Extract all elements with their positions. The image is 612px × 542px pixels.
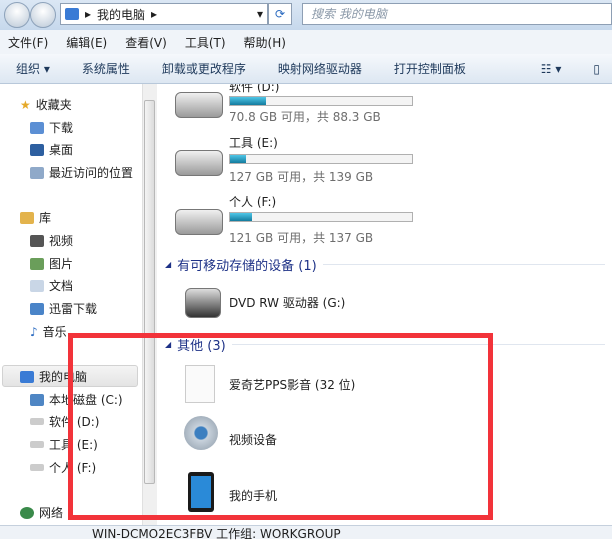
- collapse-icon[interactable]: ◢: [165, 260, 171, 269]
- toolbar: 组织 ▾ 系统属性 卸载或更改程序 映射网络驱动器 打开控制面板 ☷ ▾ ▯: [0, 54, 612, 84]
- label: 文档: [49, 279, 74, 293]
- drive-label[interactable]: 工具 (E:): [229, 134, 278, 151]
- video-icon: [30, 234, 44, 247]
- dvd-drive-label[interactable]: DVD RW 驱动器 (G:): [229, 294, 345, 311]
- status-bar: WIN-DCMO2EC3FBV 工作组: WORKGROUP: [0, 525, 612, 541]
- sidebar-item-recent[interactable]: 最近访问的位置: [30, 164, 133, 181]
- menu-help[interactable]: 帮助(H): [244, 34, 286, 51]
- uninstall-button[interactable]: 卸载或更改程序: [162, 60, 246, 77]
- recent-places-icon: [30, 166, 44, 179]
- drive-free-space: 121 GB 可用，共 137 GB: [229, 231, 374, 245]
- drive-free-space: 70.8 GB 可用，共 88.3 GB: [229, 110, 381, 124]
- label: 库: [39, 211, 52, 225]
- refresh-button[interactable]: ⟳: [268, 3, 292, 25]
- drive-icon: [30, 418, 44, 425]
- download-icon: [30, 302, 44, 315]
- forward-button[interactable]: [30, 2, 56, 28]
- label: 最近访问的位置: [49, 166, 134, 180]
- drive-usage-fill: [230, 155, 247, 163]
- highlight-box: [68, 333, 493, 520]
- sidebar-item-thunder[interactable]: 迅雷下载: [30, 300, 97, 317]
- sidebar-libraries[interactable]: 库: [20, 209, 51, 226]
- library-icon: [20, 211, 34, 224]
- label: 网络: [39, 506, 64, 520]
- drive-usage-fill: [230, 213, 252, 221]
- system-drive-icon: [30, 393, 44, 406]
- menu-bar: 文件(F) 编辑(E) 查看(V) 工具(T) 帮助(H): [0, 30, 612, 54]
- menu-view[interactable]: 查看(V): [125, 34, 167, 51]
- chevron-down-icon[interactable]: ▾: [257, 7, 263, 21]
- drive-label: 软件 (D:): [229, 84, 280, 94]
- chevron-right-icon: ▸: [85, 7, 92, 21]
- preview-pane-icon[interactable]: ▯: [593, 62, 600, 76]
- desktop-icon: [30, 143, 44, 156]
- folder-icon: [30, 121, 44, 134]
- computer-icon: [65, 8, 79, 20]
- sidebar-item-videos[interactable]: 视频: [30, 232, 73, 249]
- computer-icon: [20, 370, 34, 383]
- drive-free-space: 127 GB 可用，共 139 GB: [229, 170, 374, 184]
- breadcrumb[interactable]: 我的电脑: [97, 6, 145, 23]
- section-header: 有可移动存储的设备 (1): [177, 259, 317, 274]
- sidebar-network[interactable]: 网络: [20, 504, 63, 521]
- drive-label[interactable]: 个人 (F:): [229, 193, 276, 210]
- hard-drive-icon[interactable]: [175, 92, 223, 118]
- label: 音乐: [42, 325, 67, 339]
- sidebar-item-pictures[interactable]: 图片: [30, 255, 73, 272]
- view-options-icon[interactable]: ☷ ▾: [541, 62, 562, 76]
- system-properties-button[interactable]: 系统属性: [82, 60, 130, 77]
- drive-icon: [30, 464, 44, 471]
- address-bar[interactable]: ▸ 我的电脑 ▸ ▾: [60, 3, 268, 25]
- sidebar-item-documents[interactable]: 文档: [30, 277, 73, 294]
- label: 收藏夹: [35, 98, 72, 112]
- dvd-drive-icon[interactable]: [185, 288, 221, 318]
- back-button[interactable]: [4, 2, 30, 28]
- drive-usage-bar: [229, 96, 413, 106]
- label: 视频: [49, 234, 74, 248]
- label: 桌面: [49, 143, 74, 157]
- section-removable[interactable]: ◢ 有可移动存储的设备 (1): [165, 255, 605, 274]
- sidebar-item-downloads[interactable]: 下载: [30, 119, 73, 136]
- network-icon: [20, 506, 34, 519]
- star-icon: ★: [20, 97, 31, 112]
- map-drive-button[interactable]: 映射网络驱动器: [278, 60, 362, 77]
- music-icon: ♪: [30, 324, 38, 339]
- documents-icon: [30, 279, 44, 292]
- title-bar: ▸ 我的电脑 ▸ ▾ ⟳ 搜索 我的电脑: [0, 0, 612, 30]
- control-panel-button[interactable]: 打开控制面板: [394, 60, 466, 77]
- chevron-right-icon: ▸: [151, 7, 158, 21]
- organize-button[interactable]: 组织 ▾: [16, 60, 50, 77]
- search-input[interactable]: 搜索 我的电脑: [302, 3, 612, 25]
- hard-drive-icon[interactable]: [175, 150, 223, 176]
- sidebar-item-desktop[interactable]: 桌面: [30, 141, 73, 158]
- sidebar-favorites[interactable]: ★ 收藏夹: [20, 96, 72, 113]
- drive-icon: [30, 441, 44, 448]
- menu-file[interactable]: 文件(F): [8, 34, 48, 51]
- label: 图片: [49, 257, 74, 271]
- drive-usage-bar: [229, 212, 413, 222]
- drive-usage-fill: [230, 97, 267, 105]
- hard-drive-icon[interactable]: [175, 209, 223, 235]
- menu-tools[interactable]: 工具(T): [185, 34, 226, 51]
- menu-edit[interactable]: 编辑(E): [66, 34, 107, 51]
- label: 迅雷下载: [49, 302, 98, 316]
- sidebar-item-music[interactable]: ♪ 音乐: [30, 323, 67, 340]
- label: 下载: [49, 121, 74, 135]
- drive-usage-bar: [229, 154, 413, 164]
- pictures-icon: [30, 257, 44, 270]
